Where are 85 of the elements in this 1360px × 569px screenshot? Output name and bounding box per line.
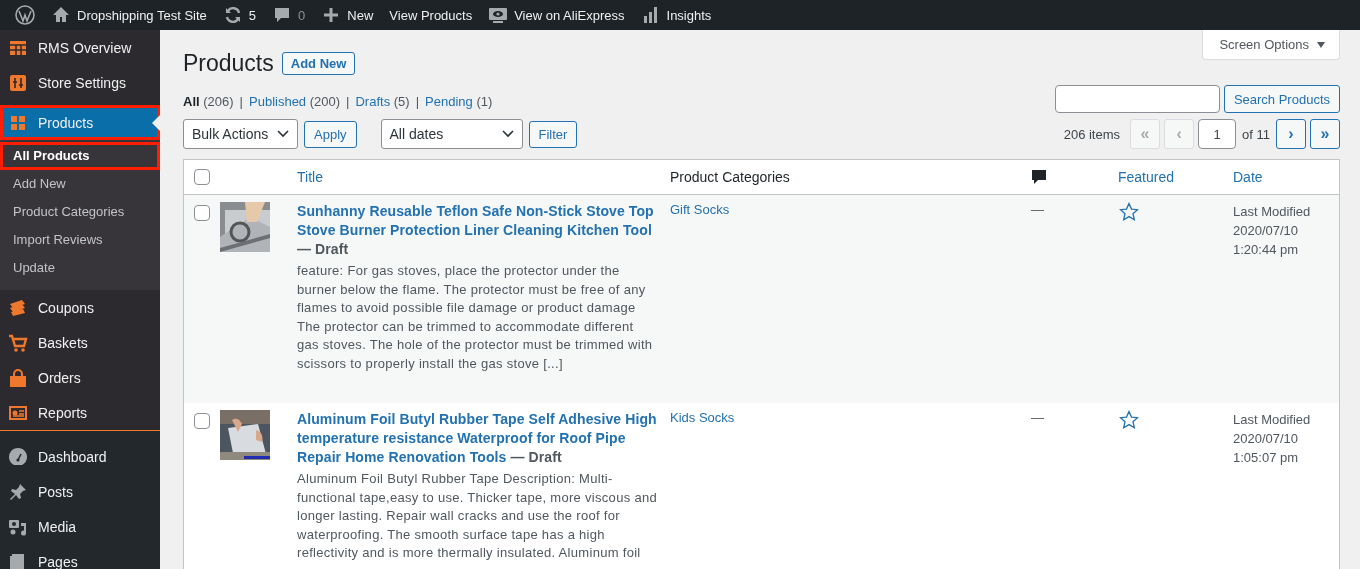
wordpress-logo-icon[interactable] xyxy=(15,5,35,25)
column-header[interactable]: Title xyxy=(297,169,323,185)
add-new-button[interactable]: Add New xyxy=(281,52,356,75)
page-total: of 11 xyxy=(1242,126,1270,142)
comment-count: — xyxy=(1031,410,1044,425)
pagination-button[interactable]: › xyxy=(1276,119,1306,149)
status-filter-link[interactable]: Pending xyxy=(425,94,473,109)
select-all-checkbox[interactable] xyxy=(194,169,210,185)
star-icon[interactable] xyxy=(1119,202,1139,222)
menu-icon xyxy=(8,481,28,502)
product-title[interactable]: Sunhanny Reusable Teflon Safe Non-Stick Stove Top Stove Burner Protection Liner Cleaning Kitchen Tool — Draft xyxy=(297,202,658,259)
separator: | xyxy=(346,94,350,109)
comment-icon xyxy=(1031,169,1047,185)
status-count: (1) xyxy=(476,94,493,109)
sidebar-item[interactable]: Media xyxy=(0,509,160,544)
date-text: 2020/07/10 xyxy=(1233,222,1300,240)
sidebar-item[interactable]: Posts xyxy=(0,474,160,509)
status-filter-link[interactable]: Drafts xyxy=(355,94,391,109)
sidebar-item[interactable]: Pages xyxy=(0,544,160,569)
column-header[interactable]: Date xyxy=(1233,169,1263,185)
submenu-item[interactable]: All Products xyxy=(0,142,160,170)
product-description: Aluminum Foil Butyl Rubber Tape Description: Multi-functional tape,easy to use. Thicker tape, more viscous and longer lasting. Repair wall cracks and use the roof for waterproofing. The smooth surface tape has a high reflectivity and is more thermally insulated. Aluminum foil xyxy=(297,470,658,562)
date-dropdown[interactable]: All dates xyxy=(380,119,523,149)
separator: | xyxy=(239,94,243,109)
sidebar-item[interactable]: RMS Overview xyxy=(0,30,160,65)
column-header[interactable]: Featured xyxy=(1118,169,1175,185)
menu-icon xyxy=(8,332,28,353)
chevron-icon xyxy=(277,130,289,138)
pagination-button[interactable]: » xyxy=(1310,119,1340,149)
category-link[interactable]: Kids Socks xyxy=(670,410,735,425)
sidebar-item[interactable]: Baskets xyxy=(0,325,160,360)
sidebar-item[interactable]: Store Settings xyxy=(0,65,160,100)
caret-icon xyxy=(1317,41,1325,48)
star-icon[interactable] xyxy=(1119,410,1139,430)
pointer-icon xyxy=(152,115,160,131)
menu-icon xyxy=(8,297,28,318)
status-count: (5) xyxy=(393,94,410,109)
category-link[interactable]: Gift Socks xyxy=(670,202,730,217)
date-text: Last Modified xyxy=(1233,203,1312,221)
admin-bar-link[interactable]: View on AliExpress xyxy=(480,0,633,30)
row-checkbox[interactable] xyxy=(194,413,210,429)
admin-bar-link[interactable]: View Products xyxy=(381,0,481,30)
sidebar-item[interactable]: Reports xyxy=(0,395,160,430)
submenu-item[interactable]: Update xyxy=(0,254,160,282)
menu-icon xyxy=(8,367,28,388)
search-button[interactable]: Search Products xyxy=(1223,85,1340,113)
product-description: feature: For gas stoves, place the protector under the burner below the flame. The protector must be free of any flames to avoid possible file damage or product damage The protector can be trimmed to accommodate different gas stoves. The hole of the protector must be trimmed with scissors to properly install the gas stove [...] xyxy=(297,262,654,373)
page-field[interactable]: 1 xyxy=(1198,119,1237,149)
menu-icon xyxy=(8,446,28,467)
filter-button[interactable]: Filter xyxy=(528,120,578,148)
sidebar-item[interactable]: Dashboard xyxy=(0,439,160,474)
search-field[interactable] xyxy=(1054,85,1220,113)
status-filter-link[interactable]: All xyxy=(183,94,200,109)
separator: | xyxy=(415,94,420,109)
screen-options-tab[interactable]: Screen Options xyxy=(1202,30,1340,60)
submenu-item[interactable]: Add New xyxy=(0,170,160,198)
submenu-item[interactable]: Import Reviews xyxy=(0,226,160,254)
admin-bar-link[interactable]: New xyxy=(313,0,382,30)
status-count: (200) xyxy=(309,94,341,109)
monitor-icon xyxy=(488,5,509,25)
status-filter-link[interactable]: Published xyxy=(249,94,307,109)
admin-bar-link[interactable]: 0 xyxy=(264,0,314,30)
bulk-actions-dropdown[interactable]: Bulk Actions xyxy=(183,119,298,149)
home-icon xyxy=(51,5,71,25)
date-text: 2020/07/10 xyxy=(1233,430,1300,448)
chevron-icon xyxy=(501,130,514,138)
sidebar-item[interactable]: Coupons xyxy=(0,290,160,325)
page-title: Products xyxy=(183,50,274,77)
column-header: Product Categories xyxy=(670,169,790,185)
date-text: Last Modified xyxy=(1233,411,1312,429)
submenu-item[interactable]: Product Categories xyxy=(0,198,160,226)
sidebar-item[interactable]: Products xyxy=(0,105,160,140)
admin-bar-link[interactable]: 5 xyxy=(214,0,265,30)
status-count: (206) xyxy=(203,94,234,109)
date-text: 1:20:44 pm xyxy=(1233,241,1300,259)
comment-count: — xyxy=(1031,202,1044,217)
date-text: 1:05:07 pm xyxy=(1233,449,1300,467)
apply-button[interactable]: Apply xyxy=(304,120,357,148)
menu-icon xyxy=(8,72,28,93)
admin-bar-link[interactable]: Insights xyxy=(632,0,720,30)
sidebar-item[interactable]: Orders xyxy=(0,360,160,395)
admin-bar-link[interactable]: Dropshipping Test Site xyxy=(43,0,215,30)
item-count: 206 items xyxy=(1063,126,1121,142)
product-title[interactable]: Aluminum Foil Butyl Rubber Tape Self Adhesive High temperature resistance Waterproof for Roof Pipe Repair Home Renovation Tools — Draft xyxy=(297,410,658,467)
row-checkbox[interactable] xyxy=(194,205,210,221)
